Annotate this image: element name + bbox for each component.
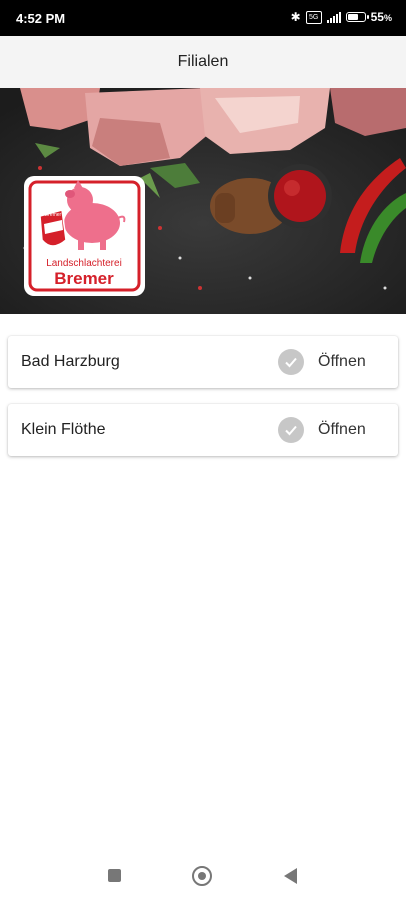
page-title: Filialen <box>177 53 229 70</box>
branch-name: Klein Flöthe <box>21 421 106 438</box>
back-icon[interactable] <box>284 868 297 884</box>
meat-photo: Bremer Landschlachterei Bremer <box>0 88 406 314</box>
app-bar: Filialen <box>0 36 406 88</box>
battery-icon <box>345 12 369 22</box>
battery-percent: 55% <box>370 10 392 24</box>
logo-text-top: Landschlachterei <box>46 258 122 269</box>
status-time: 4:52 PM <box>16 11 66 26</box>
brand-logo: Bremer Landschlachterei Bremer <box>24 176 145 296</box>
status-bar: 4:52 PM ✱ 5G 55% <box>0 0 406 36</box>
home-icon[interactable] <box>192 866 212 886</box>
branch-list: Bad Harzburg Öffnen Klein Flöthe Öffnen <box>8 336 398 472</box>
status-icons: ✱ 5G 55% <box>291 10 392 24</box>
open-button[interactable]: Öffnen <box>318 336 366 388</box>
branch-name: Bad Harzburg <box>21 353 120 370</box>
network-type-icon: 5G <box>305 10 322 24</box>
logo-text-bottom: Bremer <box>54 269 114 288</box>
system-nav-bar <box>0 850 406 900</box>
check-icon <box>278 417 304 443</box>
open-button[interactable]: Öffnen <box>318 404 366 456</box>
logo-shield-text: Bremer <box>45 212 62 218</box>
recents-icon[interactable] <box>108 869 121 882</box>
check-icon <box>278 349 304 375</box>
hero-image: Bremer Landschlachterei Bremer <box>0 88 406 314</box>
branch-card-klein-floethe[interactable]: Klein Flöthe Öffnen <box>8 404 398 456</box>
bluetooth-icon: ✱ <box>290 10 301 24</box>
branch-card-bad-harzburg[interactable]: Bad Harzburg Öffnen <box>8 336 398 388</box>
signal-icon <box>326 11 341 23</box>
